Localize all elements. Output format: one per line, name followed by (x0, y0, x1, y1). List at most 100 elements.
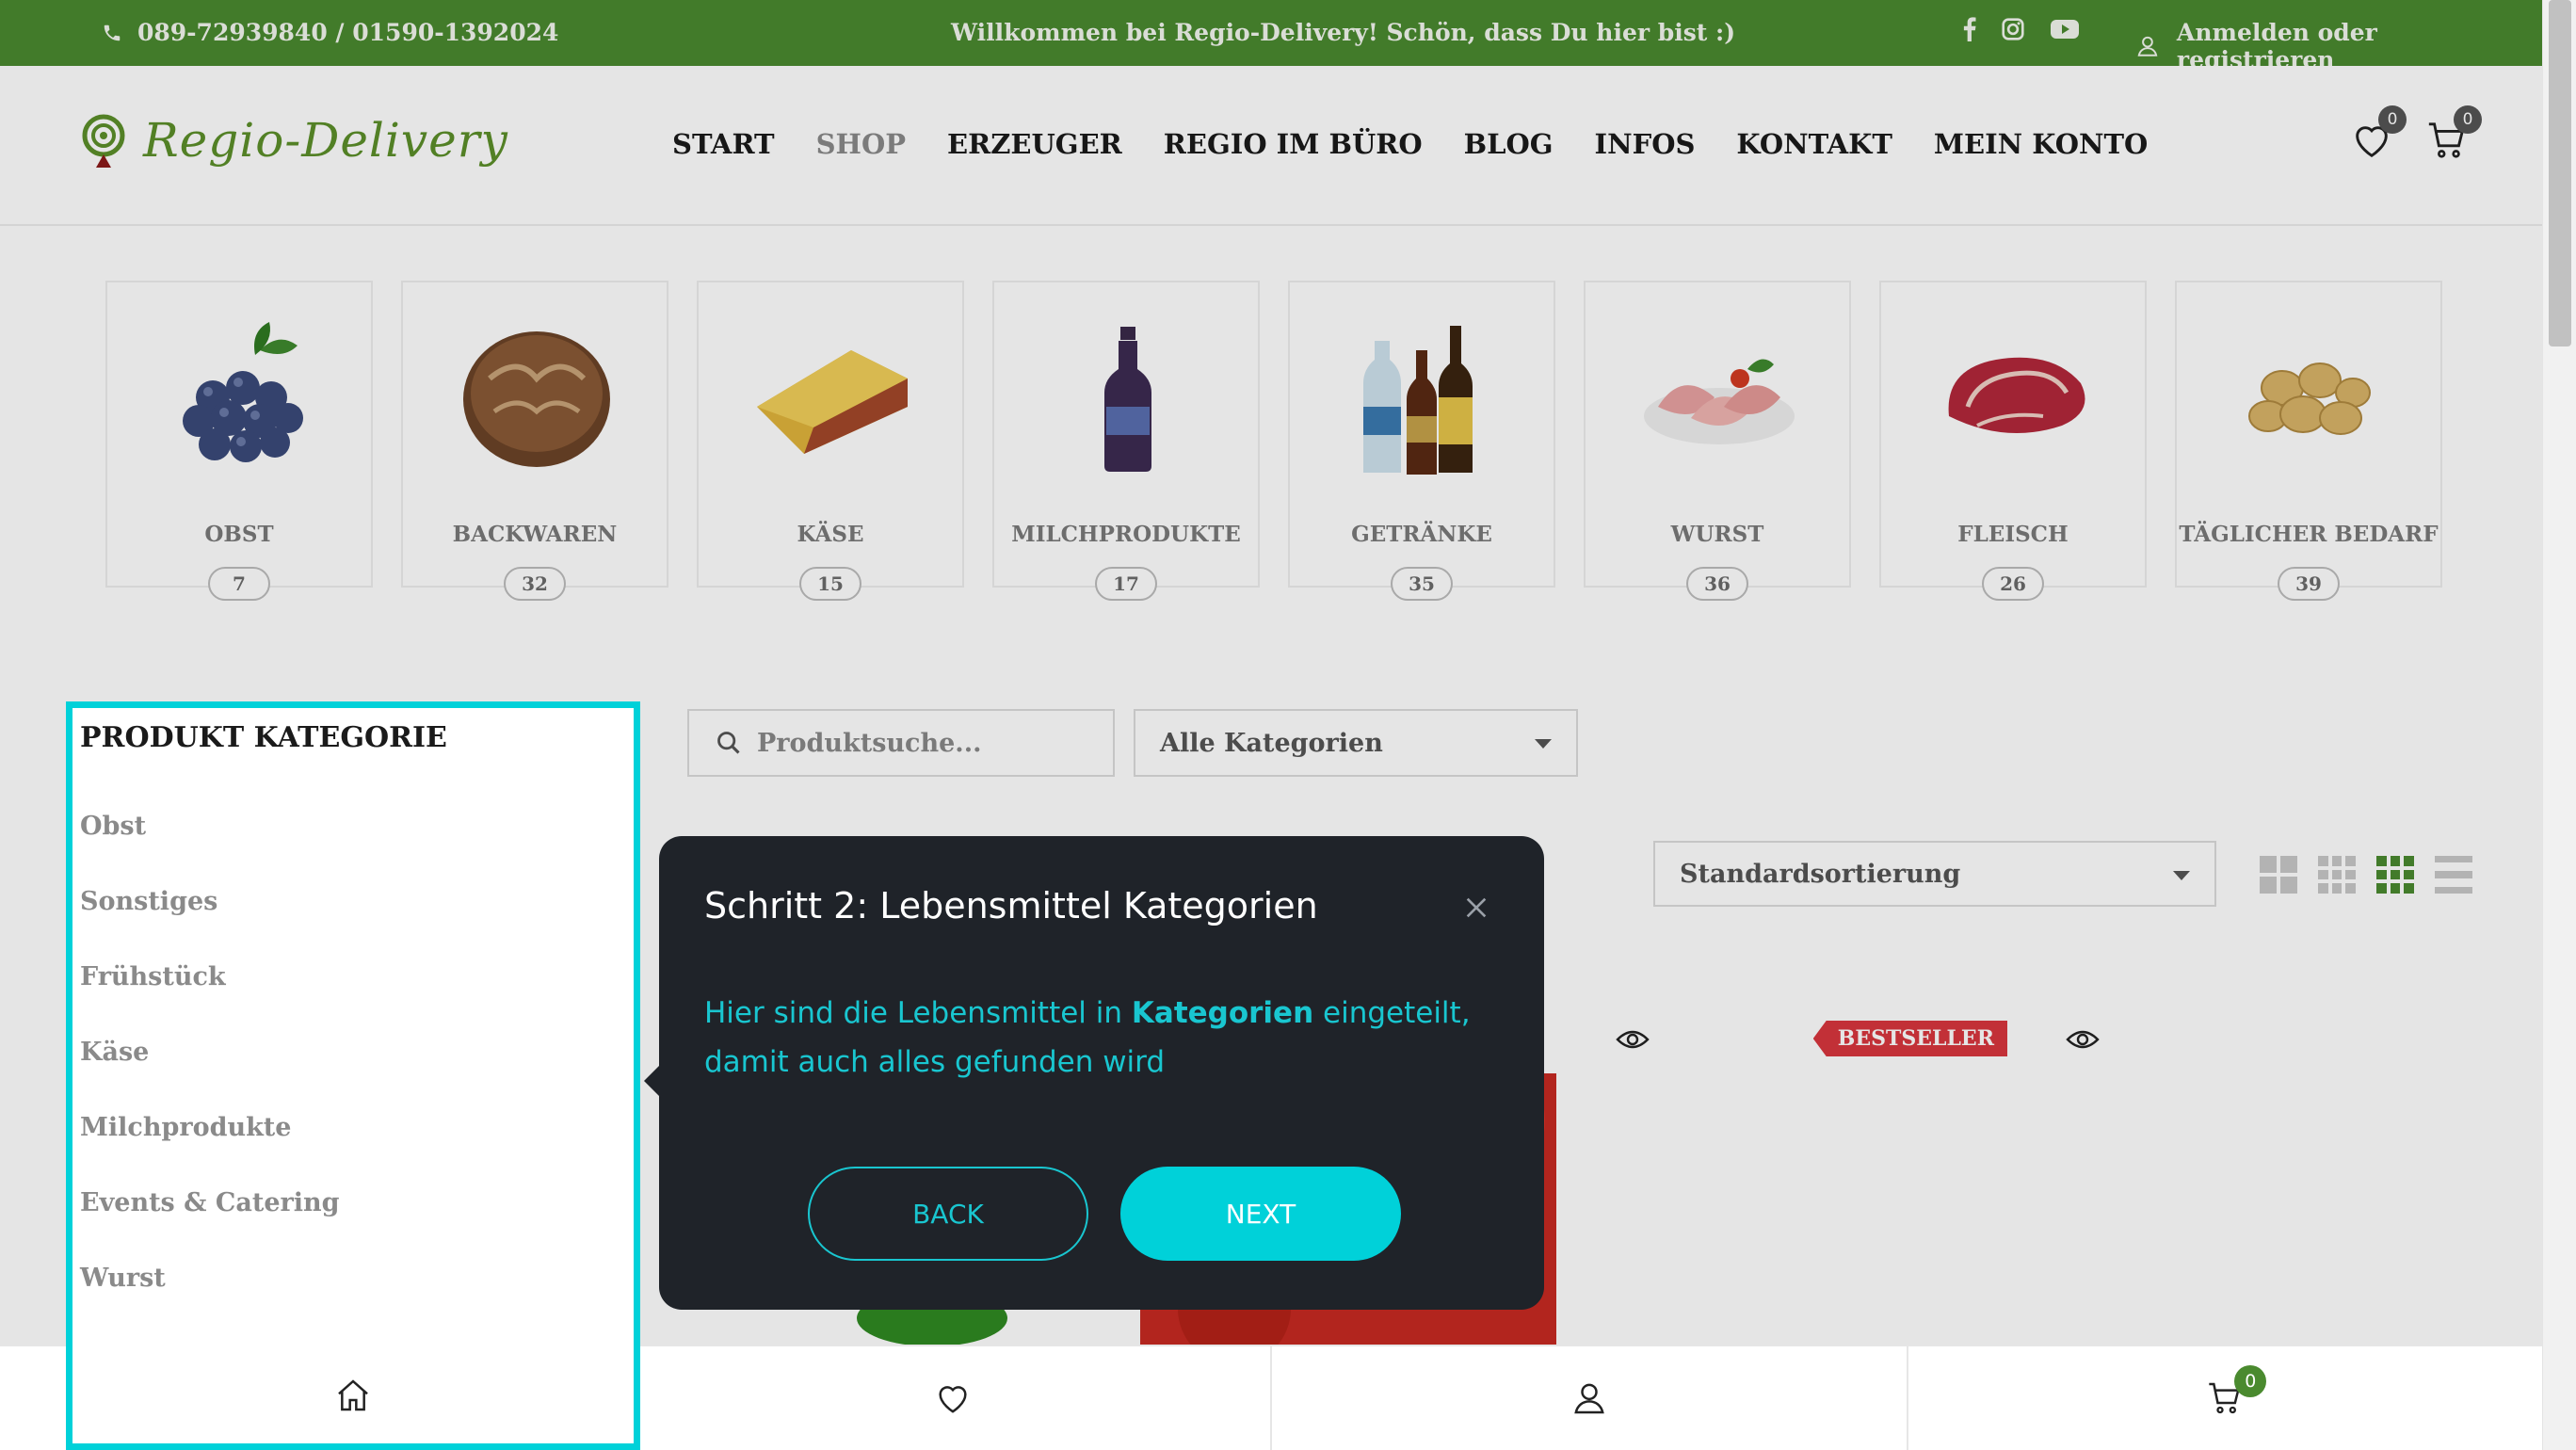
close-icon[interactable] (1461, 893, 1491, 923)
nav-erzeuger[interactable]: ERZEUGER (947, 128, 1122, 160)
sidebar-item-fruehstueck[interactable]: Frühstück (80, 962, 340, 1038)
sidebar-item-sonstiges[interactable]: Sonstiges (80, 887, 340, 962)
tour-text-bold: Kategorien (1131, 996, 1314, 1030)
sidebar-item-obst[interactable]: Obst (80, 812, 340, 887)
nav-shop[interactable]: SHOP (816, 128, 906, 160)
category-count: 39 (2278, 567, 2340, 601)
bread-image (463, 331, 610, 467)
tour-text: Hier sind die Lebensmittel in Kategorien… (704, 989, 1514, 1087)
tour-next-button[interactable]: NEXT (1120, 1167, 1401, 1261)
instagram-icon[interactable] (2001, 17, 2025, 41)
phone-numbers: 089-72939840 / 01590-1392024 (137, 19, 559, 46)
category-count: 7 (208, 567, 270, 601)
category-card-kaese[interactable]: KÄSE 15 (697, 281, 964, 601)
phone-contact[interactable]: 089-72939840 / 01590-1392024 (102, 19, 558, 46)
view-toggles (2260, 856, 2472, 894)
category-name: OBST (204, 522, 274, 547)
category-carousel: OBST 7 BACKWAREN 32 KÄSE 15 MILCHPRODUKT… (105, 281, 2442, 601)
youtube-icon[interactable] (2050, 18, 2080, 40)
category-filter-select[interactable]: Alle Kategorien (1134, 709, 1578, 777)
category-card-milchprodukte[interactable]: MILCHPRODUKTE 17 (992, 281, 1260, 601)
nav-infos[interactable]: INFOS (1595, 128, 1696, 160)
ham-image (1644, 359, 1795, 444)
site-header: Regio-Delivery START SHOP ERZEUGER REGIO… (0, 66, 2542, 226)
category-card-getraenke[interactable]: GETRÄNKE 35 (1288, 281, 1555, 601)
nav-start[interactable]: START (672, 128, 775, 160)
category-name: FLEISCH (1957, 522, 2069, 547)
product-card[interactable] (2041, 1007, 2457, 1365)
meat-image (1948, 357, 2085, 433)
category-name: BACKWAREN (452, 522, 618, 547)
sort-value: Standardsortierung (1680, 859, 1961, 889)
site-logo[interactable]: Regio-Delivery (79, 111, 508, 169)
sidebar-item-wurst[interactable]: Wurst (80, 1264, 340, 1339)
social-links (1963, 17, 2080, 41)
tour-back-button[interactable]: BACK (808, 1167, 1088, 1261)
quick-view-icon[interactable] (2066, 1028, 2100, 1051)
category-card-backwaren[interactable]: BACKWAREN 32 (401, 281, 668, 601)
category-filter-value: Alle Kategorien (1160, 728, 1383, 758)
vertical-scrollbar[interactable] (2542, 0, 2576, 1450)
home-icon (338, 1378, 368, 1410)
search-icon (717, 732, 740, 754)
category-card-wurst[interactable]: WURST 36 (1584, 281, 1851, 601)
chevron-down-icon (1535, 739, 1552, 749)
category-count: 26 (1982, 567, 2044, 601)
sidebar-item-kaese[interactable]: Käse (80, 1038, 340, 1113)
bestseller-badge: BESTSELLER (1812, 1021, 2007, 1056)
bottom-cart-count-badge: 0 (2234, 1365, 2267, 1397)
main-nav: START SHOP ERZEUGER REGIO IM BÜRO BLOG I… (672, 128, 2148, 160)
nav-kontakt[interactable]: KONTAKT (1736, 128, 1892, 160)
list-view-icon[interactable] (2435, 856, 2472, 894)
sidebar-item-events-catering[interactable]: Events & Catering (80, 1188, 340, 1264)
bottom-cart-button[interactable]: 0 (1908, 1346, 2543, 1450)
facebook-icon[interactable] (1963, 17, 1976, 41)
header-icons: 0 0 (2350, 105, 2482, 162)
potatoes-image (2248, 362, 2371, 435)
product-search-input[interactable]: Produktsuche... (687, 709, 1115, 777)
drinks-image (1363, 326, 1473, 475)
category-card-fleisch[interactable]: FLEISCH 26 (1879, 281, 2147, 601)
scrollbar-thumb[interactable] (2549, 0, 2571, 346)
sidebar-category-list: Obst Sonstiges Frühstück Käse Milchprodu… (80, 812, 340, 1339)
category-count: 15 (799, 567, 861, 601)
grid-2-icon[interactable] (2260, 856, 2297, 894)
user-icon (1574, 1383, 1604, 1414)
milk-bottle-image (1104, 327, 1151, 472)
wishlist-count-badge: 0 (2378, 105, 2407, 134)
nav-blog[interactable]: BLOG (1464, 128, 1554, 160)
bottom-account-button[interactable] (1272, 1346, 1908, 1450)
wishlist-button[interactable]: 0 (2350, 105, 2407, 162)
product-category-sidebar: PRODUKT KATEGORIE Obst Sonstiges Frühstü… (66, 701, 640, 1450)
quick-view-icon[interactable] (1616, 1028, 1650, 1051)
category-name: GETRÄNKE (1351, 522, 1492, 547)
logo-text: Regio-Delivery (143, 113, 508, 168)
nav-regio-im-buero[interactable]: REGIO IM BÜRO (1164, 128, 1423, 160)
search-placeholder: Produktsuche... (757, 728, 982, 758)
highlighted-home-button[interactable] (72, 1346, 634, 1443)
cart-button[interactable]: 0 (2425, 105, 2482, 162)
grid-4-icon[interactable] (2376, 856, 2414, 894)
category-card-obst[interactable]: OBST 7 (105, 281, 373, 601)
top-bar: 089-72939840 / 01590-1392024 Willkommen … (0, 0, 2542, 73)
blueberries-image (183, 322, 303, 462)
user-icon (2137, 36, 2158, 56)
category-count: 36 (1686, 567, 1748, 601)
category-count: 17 (1095, 567, 1157, 601)
product-card[interactable]: BESTSELLER (1591, 1007, 2007, 1365)
nav-mein-konto[interactable]: MEIN KONTO (1934, 128, 2148, 160)
cart-count-badge: 0 (2454, 105, 2482, 134)
category-name: MILCHPRODUKTE (1011, 522, 1241, 547)
popover-pointer (644, 1064, 661, 1098)
sidebar-title: PRODUKT KATEGORIE (80, 721, 447, 754)
cheese-image (757, 350, 908, 454)
bottom-wishlist-button[interactable] (636, 1346, 1272, 1450)
grid-3-icon[interactable] (2318, 856, 2356, 894)
heart-icon (939, 1386, 967, 1413)
category-name: TÄGLICHER BEDARF (2179, 522, 2439, 547)
category-card-taeglicher-bedarf[interactable]: TÄGLICHER BEDARF 39 (2175, 281, 2442, 601)
sidebar-item-milchprodukte[interactable]: Milchprodukte (80, 1113, 340, 1188)
phone-icon (104, 24, 121, 40)
sort-select[interactable]: Standardsortierung (1653, 841, 2216, 907)
welcome-message: Willkommen bei Regio-Delivery! Schön, da… (951, 19, 1736, 46)
